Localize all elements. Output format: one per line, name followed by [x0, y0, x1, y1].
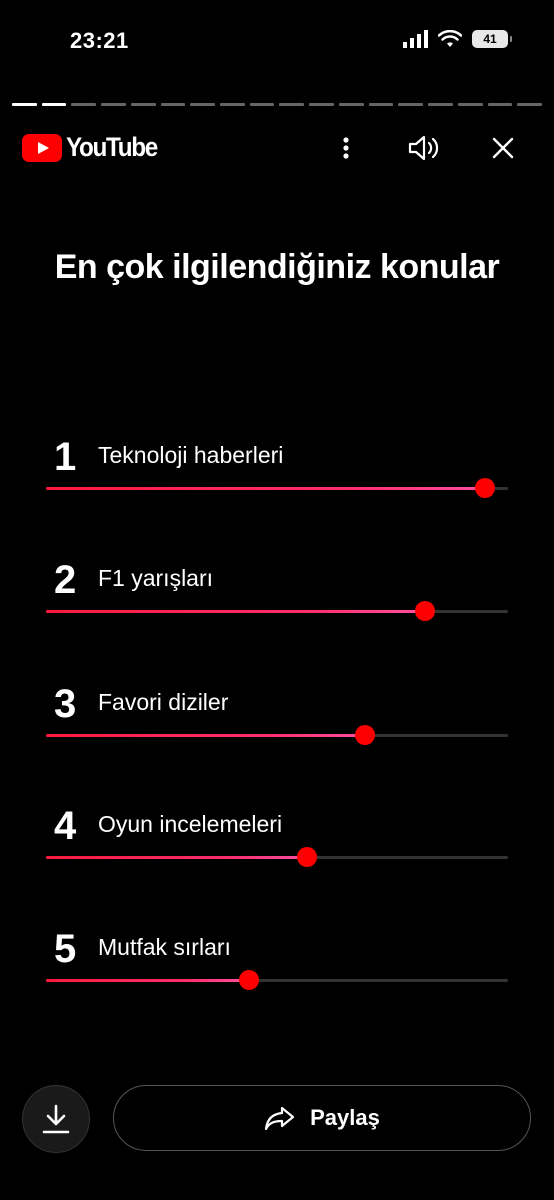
download-button[interactable]	[22, 1085, 90, 1153]
progress-segment	[279, 103, 305, 106]
share-label: Paylaş	[310, 1105, 380, 1130]
status-bar: 23:21 41	[0, 0, 554, 80]
progress-segment	[368, 103, 394, 106]
download-icon	[42, 1104, 70, 1134]
more-icon	[343, 137, 349, 159]
progress-segment	[309, 103, 334, 106]
topic-label: F1 yarışları	[98, 565, 214, 591]
topic-level-track	[46, 847, 508, 867]
progress-segment	[130, 103, 156, 106]
close-button[interactable]	[483, 128, 523, 168]
progress-segment	[517, 103, 542, 106]
topic-level-fill	[46, 979, 250, 982]
share-button[interactable]: Paylaş	[113, 1085, 531, 1151]
topic-level-dot	[414, 601, 435, 621]
top-bar: YouTube	[0, 128, 554, 168]
progress-segment	[160, 103, 186, 106]
topic-level-track	[46, 725, 508, 745]
wifi-icon	[438, 30, 462, 47]
topic-level-dot	[354, 725, 375, 745]
signal-icon	[403, 30, 428, 48]
topic-item: 4 Oyun incelemeleri	[0, 803, 554, 883]
topic-label: Favori diziler	[98, 689, 229, 715]
progress-segment	[71, 103, 97, 106]
topic-level-dot	[297, 847, 318, 867]
topic-level-fill	[46, 610, 425, 613]
topic-level-track	[46, 601, 508, 621]
topic-rank: 1	[54, 435, 77, 479]
topic-level-dot	[239, 970, 260, 990]
progress-segment	[101, 103, 126, 106]
youtube-logo: YouTube	[22, 132, 167, 163]
topic-level-dot	[474, 478, 495, 498]
page-title: En çok ilgilendiğiniz konular	[54, 248, 500, 286]
topic-level-track	[46, 478, 508, 498]
status-icons: 41	[403, 30, 512, 48]
status-time: 23:21	[70, 28, 129, 53]
topic-level-fill	[46, 734, 365, 737]
topic-label: Mutfak sırları	[98, 934, 231, 960]
topic-label: Teknoloji haberleri	[98, 442, 284, 468]
progress-segment	[190, 103, 216, 106]
progress-segment	[41, 103, 67, 106]
story-progress-bar	[12, 103, 542, 106]
topic-level-track	[46, 970, 508, 990]
topic-item: 5 Mutfak sırları	[0, 926, 554, 1006]
volume-button[interactable]	[404, 128, 444, 168]
close-icon	[492, 137, 514, 159]
topic-label: Oyun incelemeleri	[98, 811, 283, 837]
progress-segment	[220, 103, 245, 106]
topic-rank: 2	[54, 558, 77, 602]
progress-segment	[398, 103, 424, 106]
more-button[interactable]	[326, 128, 366, 168]
battery-icon: 41	[472, 30, 512, 48]
progress-segment	[338, 103, 364, 106]
progress-segment	[487, 103, 513, 106]
progress-segment	[249, 103, 275, 106]
topic-item: 3 Favori diziler	[0, 681, 554, 761]
topic-rank: 5	[54, 927, 77, 971]
brand-name: YouTube	[66, 132, 158, 162]
share-icon	[265, 1106, 295, 1131]
topic-item: 2 F1 yarışları	[0, 557, 554, 637]
youtube-logo-icon	[22, 133, 62, 162]
volume-icon	[408, 135, 439, 161]
topic-item: 1 Teknoloji haberleri	[0, 434, 554, 514]
progress-segment	[457, 103, 483, 106]
topic-level-fill	[46, 487, 485, 490]
progress-segment	[12, 103, 37, 106]
topic-level-fill	[46, 856, 308, 859]
topic-rank: 4	[54, 804, 77, 848]
progress-segment	[428, 103, 453, 106]
topic-rank: 3	[54, 682, 77, 726]
